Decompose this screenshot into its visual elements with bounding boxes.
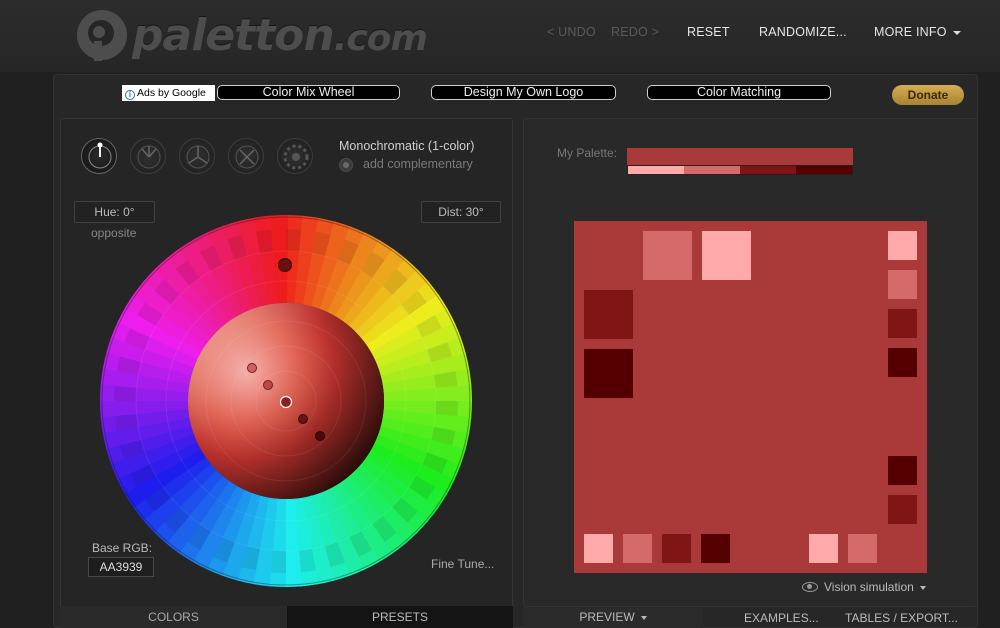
color-wheel[interactable] xyxy=(100,215,472,587)
reset-button[interactable]: RESET xyxy=(687,25,730,39)
preview-swatch xyxy=(888,231,917,260)
palette-shade-dark[interactable] xyxy=(740,166,796,174)
preview-swatch xyxy=(888,495,917,524)
preview-swatch xyxy=(888,270,917,299)
vision-simulation-label: Vision simulation xyxy=(824,580,914,594)
my-palette-label: My Palette: xyxy=(557,146,618,160)
more-info-menu[interactable]: MORE INFO xyxy=(874,25,961,39)
shade-marker-medium-light[interactable] xyxy=(263,380,273,390)
tetrad-scheme-button[interactable] xyxy=(228,138,264,174)
preview-swatch xyxy=(584,534,613,563)
vision-simulation-menu[interactable]: Vision simulation xyxy=(802,580,926,594)
preview-swatch xyxy=(848,534,877,563)
ad-link-design-logo[interactable]: Design My Own Logo xyxy=(431,85,616,100)
preview-swatch xyxy=(623,534,652,563)
chevron-down-icon xyxy=(952,30,961,35)
palette-shade-light[interactable] xyxy=(684,166,740,174)
my-palette-base-swatch[interactable] xyxy=(627,148,853,165)
more-info-label: MORE INFO xyxy=(874,25,947,39)
tab-preview[interactable]: PREVIEW xyxy=(523,607,703,628)
preview-swatch xyxy=(643,231,692,280)
palette-preview[interactable] xyxy=(574,221,927,573)
ad-link-color-mix-wheel[interactable]: Color Mix Wheel xyxy=(217,85,400,100)
add-complementary-toggle[interactable] xyxy=(339,158,353,172)
preview-swatch xyxy=(888,348,917,377)
tab-colors[interactable]: COLORS xyxy=(60,606,287,628)
triad-scheme-button[interactable] xyxy=(179,138,215,174)
adjacent-scheme-button[interactable] xyxy=(130,138,166,174)
redo-button[interactable]: REDO > xyxy=(611,25,659,39)
preview-swatch xyxy=(701,534,730,563)
my-palette-shades xyxy=(627,165,853,175)
donate-button[interactable]: Donate xyxy=(892,85,964,105)
logo-text: paletton.com xyxy=(132,9,428,61)
base-rgb-label: Base RGB: xyxy=(92,541,153,555)
palette-shade-lightest[interactable] xyxy=(628,166,684,174)
triad-scheme-icon xyxy=(186,145,210,169)
base-color-marker[interactable] xyxy=(279,395,293,409)
mono-scheme-icon xyxy=(88,142,112,169)
ads-by-google-label: Ads by Google xyxy=(137,87,206,99)
free-style-scheme-icon xyxy=(283,144,309,170)
paletton-logo[interactable]: paletton.com xyxy=(74,6,428,64)
preview-swatch xyxy=(584,349,633,398)
preview-swatch xyxy=(809,534,838,563)
preview-swatch xyxy=(662,534,691,563)
tab-presets[interactable]: PRESETS xyxy=(287,606,513,628)
mono-scheme-button[interactable] xyxy=(81,138,117,174)
preview-swatch xyxy=(584,290,633,339)
shade-marker-dark[interactable] xyxy=(298,414,308,424)
ads-by-google[interactable]: i Ads by Google xyxy=(122,85,215,101)
tab-tables-export[interactable]: TABLES / EXPORT... xyxy=(845,611,958,625)
base-rgb-input[interactable]: AA3939 xyxy=(88,557,154,577)
free-style-scheme-button[interactable] xyxy=(277,138,313,174)
chevron-down-icon xyxy=(640,615,647,620)
chevron-down-icon xyxy=(919,585,926,590)
eye-icon xyxy=(802,582,818,592)
shade-marker-light[interactable] xyxy=(247,363,257,373)
randomize-button[interactable]: RANDOMIZE... xyxy=(759,25,847,39)
scheme-title: Monochromatic (1-color) xyxy=(339,139,475,153)
palette-shade-darkest[interactable] xyxy=(796,166,852,174)
preview-swatch xyxy=(888,456,917,485)
add-complementary-label[interactable]: add complementary xyxy=(363,157,473,171)
app-header: paletton.com < UNDO REDO > RESET RANDOMI… xyxy=(0,0,1000,72)
tetrad-scheme-icon xyxy=(235,145,259,169)
preview-swatch xyxy=(888,309,917,338)
shade-marker-darkest[interactable] xyxy=(315,431,325,441)
undo-button[interactable]: < UNDO xyxy=(547,25,596,39)
fine-tune-link[interactable]: Fine Tune... xyxy=(431,557,494,571)
adjacent-scheme-icon xyxy=(137,145,161,169)
logo-mark-icon xyxy=(74,7,130,63)
hue-handle[interactable] xyxy=(278,258,292,272)
info-icon: i xyxy=(125,90,135,100)
tab-preview-label: PREVIEW xyxy=(579,610,635,624)
tab-examples[interactable]: EXAMPLES... xyxy=(744,611,819,625)
ad-link-color-matching[interactable]: Color Matching xyxy=(647,85,831,100)
preview-swatch xyxy=(702,231,751,280)
